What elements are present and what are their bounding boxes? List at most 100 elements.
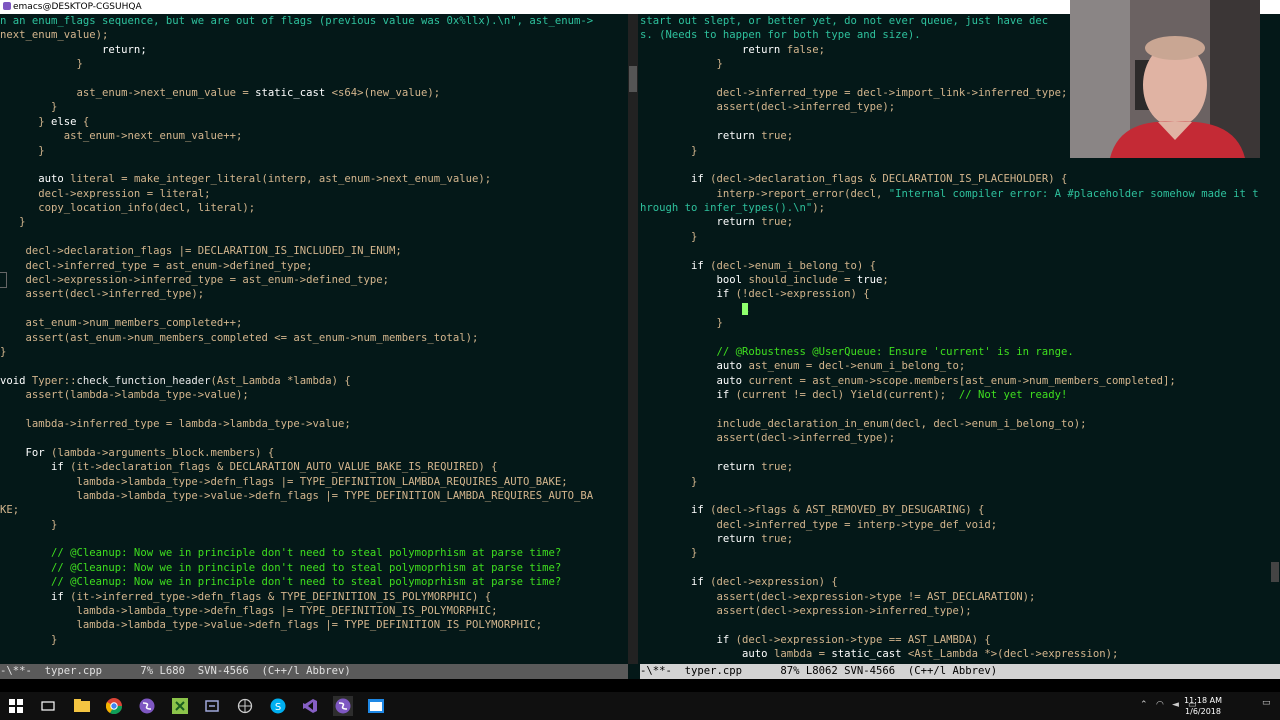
code-line[interactable]: lambda->lambda_type->defn_flags |= TYPE_… bbox=[0, 604, 628, 618]
code-line[interactable]: lambda->lambda_type->value->defn_flags |… bbox=[0, 618, 628, 632]
code-line[interactable]: KE; bbox=[0, 503, 628, 517]
code-line[interactable]: return true; bbox=[640, 215, 1270, 229]
code-line[interactable]: } bbox=[640, 316, 1270, 330]
code-line[interactable] bbox=[0, 647, 628, 661]
cheat-icon[interactable] bbox=[170, 696, 190, 716]
code-line[interactable]: if (decl->flags & AST_REMOVED_BY_DESUGAR… bbox=[640, 503, 1270, 517]
code-line[interactable]: include_declaration_in_enum(decl, decl->… bbox=[640, 417, 1270, 431]
code-line[interactable] bbox=[0, 359, 628, 373]
scrollbar-left[interactable] bbox=[628, 14, 638, 664]
code-line[interactable]: // @Cleanup: Now we in principle don't n… bbox=[0, 561, 628, 575]
code-line[interactable]: if (decl->expression->type == AST_LAMBDA… bbox=[640, 633, 1270, 647]
code-line[interactable]: if (it->declaration_flags & DECLARATION_… bbox=[0, 460, 628, 474]
code-line[interactable]: } bbox=[0, 633, 628, 647]
terminal-icon[interactable] bbox=[366, 696, 386, 716]
code-line[interactable] bbox=[0, 158, 628, 172]
windows-start-icon[interactable] bbox=[6, 696, 26, 716]
code-line[interactable]: if (decl->enum_i_belong_to) { bbox=[640, 259, 1270, 273]
code-line[interactable]: // @Robustness @UserQueue: Ensure 'curre… bbox=[640, 345, 1270, 359]
code-line[interactable]: if (decl->expression) { bbox=[640, 575, 1270, 589]
code-line[interactable]: assert(ast_enum->num_members_completed <… bbox=[0, 331, 628, 345]
code-line[interactable] bbox=[640, 244, 1270, 258]
code-line[interactable] bbox=[0, 532, 628, 546]
emacs-active-icon[interactable] bbox=[333, 696, 353, 716]
code-line[interactable]: // @Cleanup: Now we in principle don't n… bbox=[0, 546, 628, 560]
code-line[interactable]: decl->expression = literal; bbox=[0, 187, 628, 201]
code-line[interactable] bbox=[640, 489, 1270, 503]
task-view-icon[interactable] bbox=[38, 696, 58, 716]
code-line[interactable]: } bbox=[0, 215, 628, 229]
code-line[interactable]: assert(decl->expression->type != AST_DEC… bbox=[640, 590, 1270, 604]
chrome-icon[interactable] bbox=[104, 696, 124, 716]
code-line[interactable] bbox=[0, 230, 628, 244]
emacs-icon[interactable] bbox=[137, 696, 157, 716]
code-line[interactable]: } bbox=[0, 518, 628, 532]
code-line[interactable]: copy_location_info(decl, literal); bbox=[0, 201, 628, 215]
code-area-left[interactable]: n an enum_flags sequence, but we are out… bbox=[0, 14, 628, 662]
code-line[interactable]: auto current = ast_enum->scope.members[a… bbox=[640, 374, 1270, 388]
code-line[interactable]: decl->inferred_type = interp->type_def_v… bbox=[640, 518, 1270, 532]
code-line[interactable]: auto ast_enum = decl->enum_i_belong_to; bbox=[640, 359, 1270, 373]
code-line[interactable]: assert(decl->expression->inferred_type); bbox=[640, 604, 1270, 618]
code-line[interactable] bbox=[640, 618, 1270, 632]
code-line[interactable]: if (current != decl) Yield(current); // … bbox=[640, 388, 1270, 402]
code-line[interactable]: assert(lambda->lambda_type->value); bbox=[0, 388, 628, 402]
code-line[interactable]: auto lambda = static_cast <Ast_Lambda *>… bbox=[640, 647, 1270, 661]
code-line[interactable]: if (it->inferred_type->defn_flags & TYPE… bbox=[0, 590, 628, 604]
code-line[interactable]: if (!decl->expression) { bbox=[640, 287, 1270, 301]
code-line[interactable]: } else { bbox=[0, 115, 628, 129]
network-icon[interactable] bbox=[235, 696, 255, 716]
code-line[interactable]: next_enum_value); bbox=[0, 28, 628, 42]
scrollbar-thumb-right[interactable] bbox=[1271, 562, 1279, 582]
code-line[interactable] bbox=[0, 302, 628, 316]
file-explorer-icon[interactable] bbox=[72, 696, 92, 716]
code-line[interactable]: } bbox=[640, 546, 1270, 560]
wifi-icon[interactable]: ◠ bbox=[1156, 700, 1164, 710]
skype-icon[interactable]: S bbox=[268, 696, 288, 716]
code-line[interactable]: } bbox=[0, 100, 628, 114]
settings-icon[interactable] bbox=[202, 696, 222, 716]
code-line[interactable]: decl->expression->inferred_type = ast_en… bbox=[0, 273, 628, 287]
code-line[interactable]: return true; bbox=[640, 460, 1270, 474]
code-line[interactable] bbox=[640, 158, 1270, 172]
volume-icon[interactable]: ◄ bbox=[1172, 700, 1179, 710]
code-line[interactable] bbox=[0, 431, 628, 445]
editor-pane-left[interactable]: n an enum_flags sequence, but we are out… bbox=[0, 14, 628, 664]
chevron-up-icon[interactable]: ⌃ bbox=[1140, 700, 1148, 710]
code-line[interactable] bbox=[0, 403, 628, 417]
code-line[interactable]: lambda->inferred_type = lambda->lambda_t… bbox=[0, 417, 628, 431]
code-line[interactable]: } bbox=[0, 144, 628, 158]
minibuffer[interactable] bbox=[0, 679, 1280, 692]
code-line[interactable]: decl->inferred_type = ast_enum->defined_… bbox=[0, 259, 628, 273]
code-line[interactable]: decl->declaration_flags |= DECLARATION_I… bbox=[0, 244, 628, 258]
code-line[interactable]: auto literal = make_integer_literal(inte… bbox=[0, 172, 628, 186]
code-line[interactable]: } bbox=[0, 345, 628, 359]
scrollbar-thumb-left[interactable] bbox=[629, 66, 637, 92]
code-line[interactable]: lambda->lambda_type->value->defn_flags |… bbox=[0, 489, 628, 503]
system-clock[interactable]: 11:18 AM 1/6/2018 bbox=[1184, 695, 1222, 717]
code-line[interactable]: return true; bbox=[640, 532, 1270, 546]
code-line[interactable]: assert(decl->inferred_type); bbox=[640, 431, 1270, 445]
code-line[interactable]: // @Cleanup: Now we in principle don't n… bbox=[0, 575, 628, 589]
code-line[interactable]: bool should_include = true; bbox=[640, 273, 1270, 287]
code-line[interactable] bbox=[640, 561, 1270, 575]
code-line[interactable] bbox=[640, 446, 1270, 460]
code-line[interactable] bbox=[640, 331, 1270, 345]
code-line[interactable]: hrough to infer_types().\n"); bbox=[640, 201, 1270, 215]
code-line[interactable]: } bbox=[640, 230, 1270, 244]
code-line[interactable]: void Typer::check_function_header(Ast_La… bbox=[0, 374, 628, 388]
scrollbar-right[interactable] bbox=[1270, 14, 1280, 664]
code-line[interactable]: n an enum_flags sequence, but we are out… bbox=[0, 14, 628, 28]
code-line[interactable]: } bbox=[640, 475, 1270, 489]
code-line[interactable]: ast_enum->num_members_completed++; bbox=[0, 316, 628, 330]
code-line[interactable]: return; bbox=[0, 43, 628, 57]
code-line[interactable]: lambda->lambda_type->defn_flags |= TYPE_… bbox=[0, 475, 628, 489]
code-line[interactable]: if (decl->declaration_flags & DECLARATIO… bbox=[640, 172, 1270, 186]
code-line[interactable]: assert(decl->inferred_type); bbox=[0, 287, 628, 301]
code-line[interactable]: ast_enum->next_enum_value = static_cast … bbox=[0, 86, 628, 100]
code-line[interactable] bbox=[0, 72, 628, 86]
code-line[interactable]: interp->report_error(decl, "Internal com… bbox=[640, 187, 1270, 201]
code-line[interactable]: X bbox=[640, 302, 1270, 316]
visual-studio-icon[interactable] bbox=[300, 696, 320, 716]
notification-icon[interactable]: ▭ bbox=[1262, 698, 1271, 708]
